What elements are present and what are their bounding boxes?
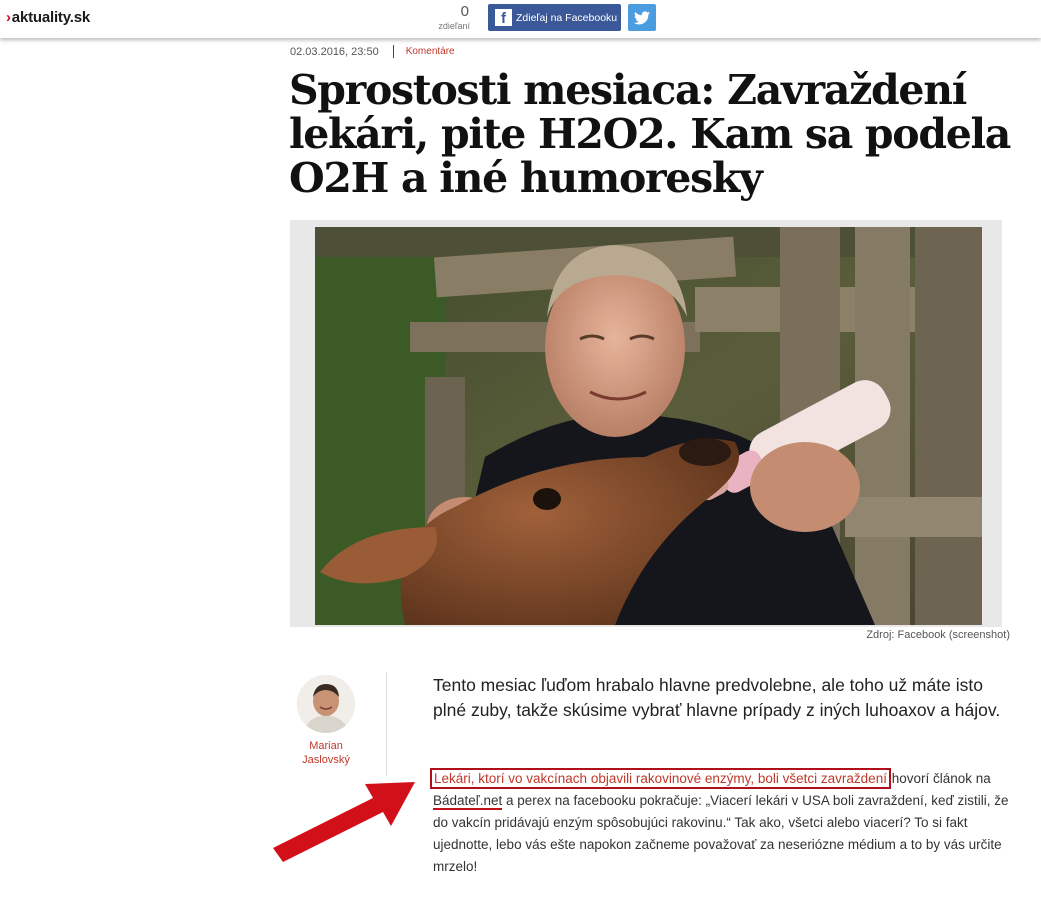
article-meta: 02.03.2016, 23:50 Komentáre bbox=[290, 45, 455, 58]
site-logo[interactable]: ›aktuality.sk bbox=[6, 9, 90, 26]
article-date: 02.03.2016, 23:50 bbox=[290, 45, 379, 58]
facebook-share-button[interactable]: f Zdieľaj na Facebooku bbox=[488, 4, 621, 31]
photo-illustration bbox=[315, 227, 982, 625]
facebook-share-label: Zdieľaj na Facebooku bbox=[516, 11, 618, 24]
article-photo[interactable] bbox=[315, 227, 982, 625]
share-count-label: zdieľaní bbox=[438, 21, 470, 31]
highlighted-article-link[interactable]: Lekári, ktorí vo vakcínach objavili rako… bbox=[430, 768, 891, 789]
author-first-name: Marian bbox=[309, 740, 343, 752]
meta-divider bbox=[392, 45, 394, 58]
logo-mark-icon: › bbox=[6, 9, 11, 26]
comments-link[interactable]: Komentáre bbox=[406, 46, 455, 57]
article-paragraph: Lekári, ktorí vo vakcínach objavili rako… bbox=[430, 768, 1023, 878]
article-lead: Tento mesiac ľuďom hrabalo hlavne predvo… bbox=[433, 675, 1001, 720]
image-caption: Zdroj: Facebook (screenshot) bbox=[866, 629, 1010, 641]
body-text-2: a perex na facebooku pokračuje: „Viacerí… bbox=[433, 793, 1009, 874]
share-counter: 0 zdieľaní bbox=[430, 4, 470, 32]
author-divider bbox=[386, 672, 387, 776]
source-link[interactable]: Bádateľ.net bbox=[433, 793, 503, 810]
author-last-name: Jaslovský bbox=[302, 754, 350, 766]
share-count-value: 0 bbox=[460, 3, 469, 20]
body-text-1: hovorí článok na bbox=[887, 771, 991, 786]
twitter-icon bbox=[634, 10, 650, 24]
annotation-arrow-icon bbox=[273, 782, 415, 862]
article-title: Sprostosti mesiaca: Zavraždení lekári, p… bbox=[289, 66, 1011, 202]
twitter-share-button[interactable] bbox=[628, 4, 656, 31]
author-box[interactable]: Marian Jaslovský bbox=[290, 672, 362, 767]
logo-text: aktuality.sk bbox=[11, 9, 90, 26]
avatar[interactable] bbox=[297, 675, 355, 733]
top-bar: ›aktuality.sk 0 zdieľaní f Zdieľaj na Fa… bbox=[0, 0, 1041, 38]
facebook-icon: f bbox=[495, 9, 512, 26]
author-name[interactable]: Marian Jaslovský bbox=[290, 739, 362, 767]
avatar-image bbox=[297, 675, 355, 733]
